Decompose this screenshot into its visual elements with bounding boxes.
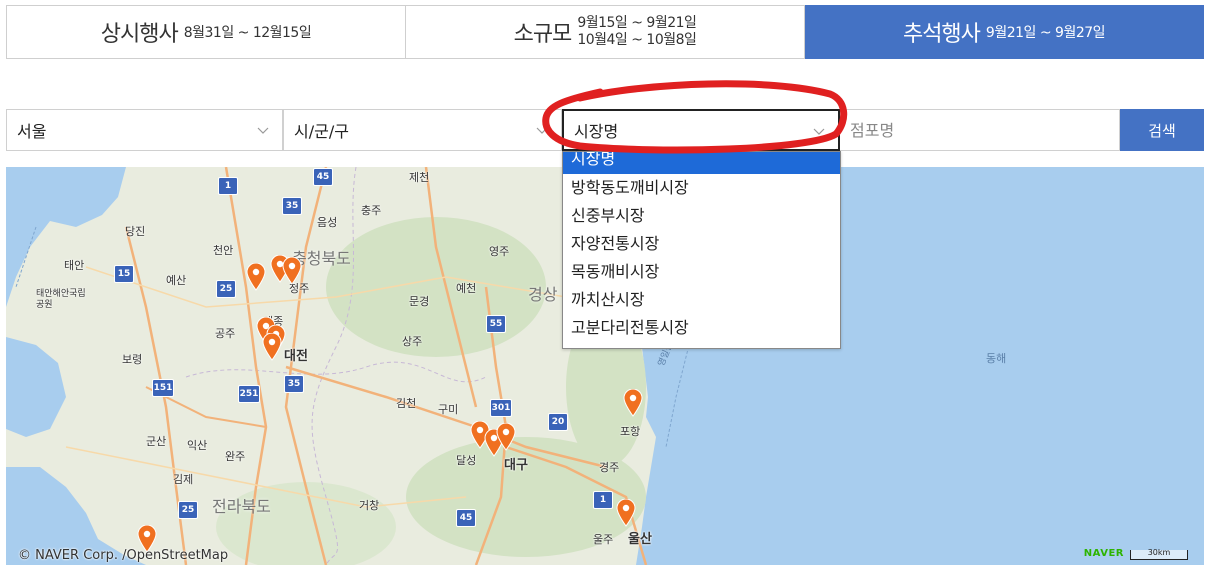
city-label: 거창: [359, 499, 380, 512]
city-label: 문경: [409, 295, 430, 308]
market-dropdown-list: 시장명 방학동도깨비시장 신중부시장 자양전통시장 목동깨비시장 까치산시장 고…: [562, 151, 841, 349]
dropdown-option[interactable]: 고분다리전통시장: [563, 314, 840, 342]
map-marker-pin-icon[interactable]: [282, 257, 302, 285]
tab-title: 상시행사: [100, 22, 179, 47]
dropdown-option[interactable]: 목동깨비시장: [563, 258, 840, 286]
highway-shield: 25: [216, 280, 236, 298]
highway-shield: 1: [593, 491, 613, 509]
store-name-input[interactable]: [840, 109, 1120, 151]
dropdown-option[interactable]: 까치산시장: [563, 286, 840, 314]
city-label: 포항: [620, 425, 641, 438]
market-select[interactable]: 시장명: [562, 109, 840, 151]
map-marker-pin-icon[interactable]: [262, 333, 282, 361]
chevron-down-icon: [536, 127, 548, 134]
tab-dates: 9월15일 ~ 9월21일 10월4일 ~ 10월8일: [577, 15, 697, 49]
city-label: 음성: [317, 216, 338, 229]
map-scale-bar: 30km: [1130, 549, 1188, 560]
tab-title: 추석행사: [902, 22, 981, 47]
city-label: 태안: [64, 259, 85, 272]
highway-shield: 301: [490, 399, 512, 417]
city-label: 영주: [489, 245, 510, 258]
city-label: 군산: [146, 435, 167, 448]
city-label: 천안: [213, 244, 234, 257]
chevron-down-icon: [257, 127, 269, 134]
park-label: 태안해안국립공원: [36, 289, 86, 310]
city-label: 김천: [396, 397, 417, 410]
region-label: 경상: [528, 285, 558, 304]
city-label: 달성: [456, 454, 477, 467]
search-filters: 서울 시/군/구 시장명 검색: [6, 109, 1204, 151]
city-label: 완주: [225, 450, 246, 463]
city-label: 울산: [628, 532, 652, 547]
highway-shield: 151: [152, 379, 174, 397]
city-label: 당진: [125, 225, 146, 238]
tab-date: 9월15일 ~ 9월21일: [577, 15, 697, 31]
tab-date: 9월21일 ~ 9월27일: [985, 25, 1106, 41]
map-copyright: © NAVER Corp. /OpenStreetMap: [18, 548, 229, 563]
tab-date: 8월31일 ~ 12월15일: [183, 25, 312, 41]
dropdown-option[interactable]: 방학동도깨비시장: [563, 174, 840, 202]
dropdown-option[interactable]: 시장명: [563, 152, 840, 174]
dropdown-option[interactable]: 신중부시장: [563, 202, 840, 230]
district-select[interactable]: 시/군/구: [283, 109, 562, 151]
city-label: 대전: [284, 349, 308, 364]
market-select-value: 시장명: [574, 122, 619, 141]
highway-shield: 251: [238, 385, 260, 403]
highway-shield: 45: [456, 509, 476, 527]
dropdown-option[interactable]: 자양전통시장: [563, 230, 840, 258]
sea-label: 동해: [986, 352, 1007, 365]
map-marker-pin-icon[interactable]: [246, 263, 266, 291]
highway-shield: 35: [282, 197, 302, 215]
chevron-down-icon: [813, 128, 825, 135]
naver-logo: NAVER: [1083, 548, 1124, 559]
city-label: 구미: [438, 403, 459, 416]
tab-date: 10월4일 ~ 10월8일: [577, 32, 697, 48]
city-label: 대구: [504, 458, 528, 473]
tab-small-scale[interactable]: 소규모 9월15일 ~ 9월21일 10월4일 ~ 10월8일: [406, 5, 805, 59]
highway-shield: 35: [284, 375, 304, 393]
highway-shield: 15: [114, 265, 134, 283]
map-marker-pin-icon[interactable]: [496, 423, 516, 451]
tab-regular-event[interactable]: 상시행사 8월31일 ~ 12월15일: [6, 5, 406, 59]
city-label: 충주: [361, 204, 382, 217]
city-label: 김제: [173, 473, 194, 486]
city-label: 익산: [187, 439, 208, 452]
city-label: 보령: [122, 353, 143, 366]
city-label: 경주: [599, 461, 620, 474]
city-select-value: 서울: [17, 122, 47, 141]
search-button[interactable]: 검색: [1120, 109, 1204, 151]
map-marker-pin-icon[interactable]: [616, 499, 636, 527]
city-label: 울주: [593, 533, 614, 546]
highway-shield: 45: [313, 168, 333, 186]
highway-shield: 55: [486, 315, 506, 333]
highway-shield: 20: [548, 413, 568, 431]
city-label: 예천: [456, 282, 477, 295]
city-label: 상주: [402, 335, 423, 348]
tab-title: 소규모: [513, 22, 573, 47]
highway-shield: 1: [218, 177, 238, 195]
event-tabs: 상시행사 8월31일 ~ 12월15일 소규모 9월15일 ~ 9월21일 10…: [6, 5, 1204, 59]
city-select[interactable]: 서울: [6, 109, 283, 151]
highway-shield: 25: [178, 501, 198, 519]
city-label: 공주: [215, 327, 236, 340]
map-marker-pin-icon[interactable]: [623, 389, 643, 417]
city-label: 예산: [166, 274, 187, 287]
district-select-value: 시/군/구: [294, 122, 349, 141]
tab-chuseok-event[interactable]: 추석행사 9월21일 ~ 9월27일: [805, 5, 1204, 59]
city-label: 제천: [409, 171, 430, 184]
region-label: 전라북도: [212, 497, 271, 516]
